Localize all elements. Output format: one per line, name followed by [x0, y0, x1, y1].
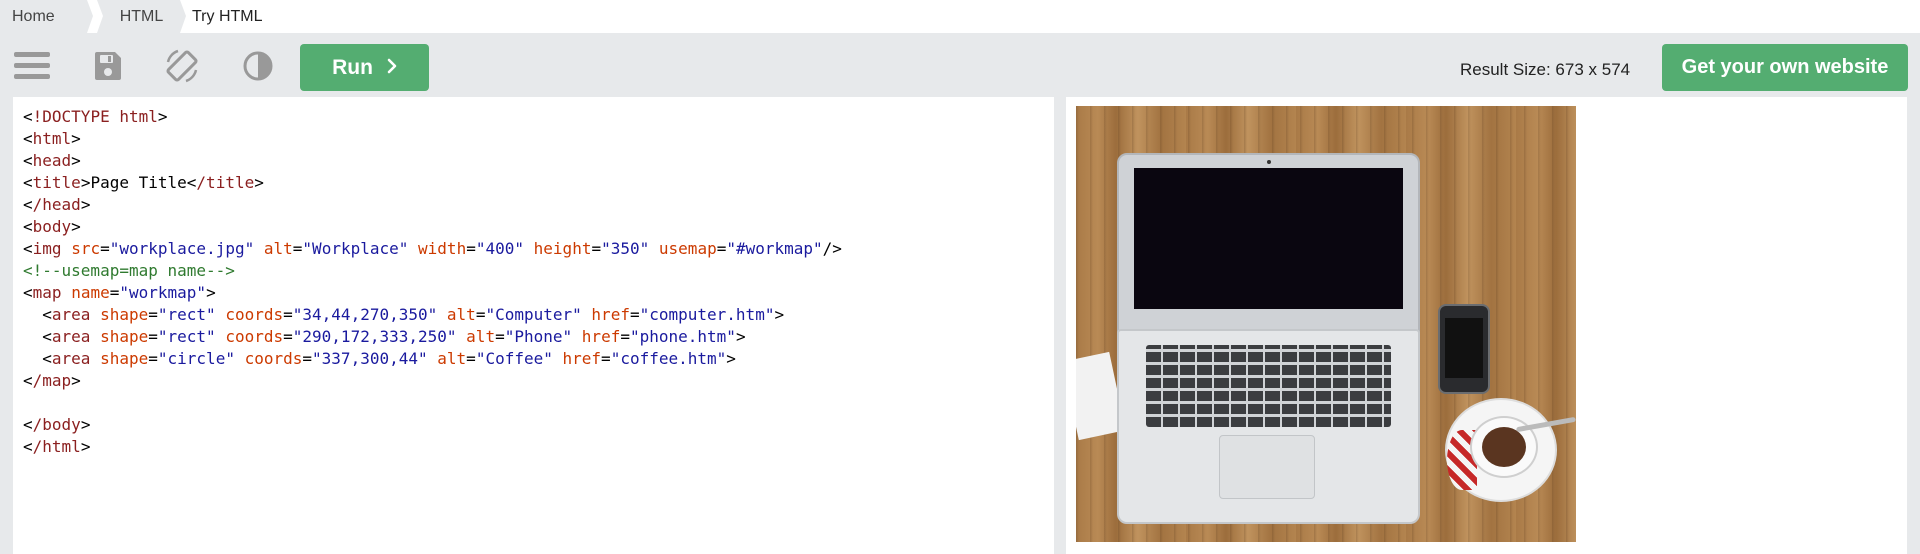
breadcrumb-home[interactable]: Home [0, 0, 93, 33]
contrast-icon[interactable] [240, 48, 276, 84]
chevron-right-icon [387, 56, 397, 80]
laptop-trackpad [1219, 435, 1315, 499]
code-line: <!--usemap=map name--> [23, 261, 235, 280]
code-content[interactable]: <!DOCTYPE html> <html> <head> <title>Pag… [13, 97, 1054, 458]
code-editor[interactable]: <!DOCTYPE html> <html> <head> <title>Pag… [13, 97, 1054, 554]
code-line: <title>Page Title</title> [23, 173, 264, 192]
breadcrumb-current: Try HTML [192, 8, 263, 25]
laptop-screen [1134, 168, 1403, 309]
result-size: Result Size: 673 x 574 [1460, 60, 1631, 79]
code-line: <area shape="rect" coords="34,44,270,350… [42, 305, 785, 324]
laptop-lid [1117, 153, 1420, 338]
menu-icon[interactable] [14, 48, 50, 84]
get-your-own-website-button[interactable]: Get your own website [1662, 44, 1908, 91]
code-line: <head> [23, 151, 81, 170]
code-line: <body> [23, 217, 81, 236]
laptop-keyboard [1146, 345, 1391, 427]
laptop-base [1117, 329, 1420, 524]
breadcrumb: Home HTML Try HTML [0, 0, 1920, 33]
code-line: </head> [23, 195, 91, 214]
run-button[interactable]: Run [300, 44, 429, 91]
toolbar: Run Result Size: 673 x 574 Get your own … [0, 33, 1920, 95]
code-line: <area shape="circle" coords="337,300,44"… [42, 349, 736, 368]
workplace-image[interactable] [1076, 106, 1576, 542]
code-line: <html> [23, 129, 81, 148]
code-line: <area shape="rect" coords="290,172,333,2… [42, 327, 746, 346]
code-line: <img src="workplace.jpg" alt="Workplace"… [23, 239, 842, 258]
code-line: </map> [23, 371, 81, 390]
code-line: <map name="workmap"> [23, 283, 216, 302]
save-icon[interactable] [90, 48, 126, 84]
rotate-icon[interactable] [164, 48, 200, 84]
laptop-camera [1267, 160, 1271, 164]
code-line: </body> [23, 415, 91, 434]
breadcrumb-html[interactable]: HTML [97, 0, 186, 33]
result-panel [1066, 97, 1907, 554]
run-button-label: Run [332, 55, 373, 79]
code-line: </html> [23, 437, 91, 456]
phone [1438, 304, 1490, 394]
code-line: <!DOCTYPE html> [23, 107, 168, 126]
